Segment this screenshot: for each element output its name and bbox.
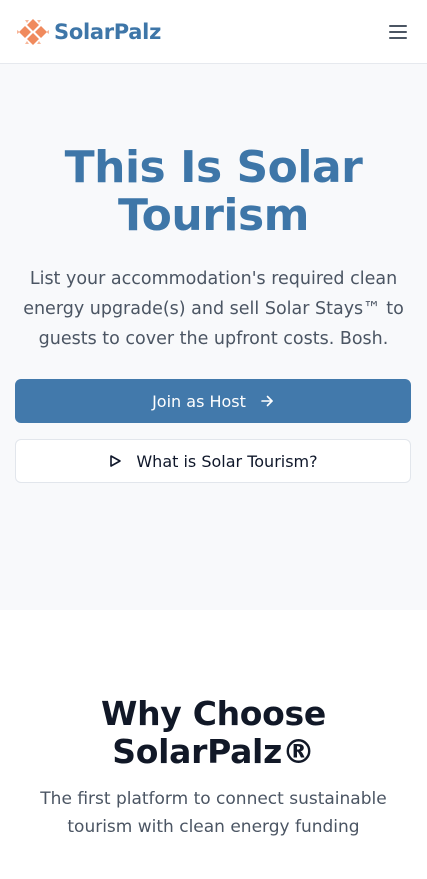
menu-line bbox=[389, 24, 407, 27]
hero-section: This Is Solar Tourism List your accommod… bbox=[0, 64, 427, 610]
hero-title: This Is Solar Tourism bbox=[64, 142, 363, 241]
brand-name: SolarPalz bbox=[54, 19, 161, 44]
menu-line bbox=[389, 30, 407, 33]
brand-link[interactable]: SolarPalz bbox=[16, 16, 161, 48]
hamburger-menu-icon[interactable] bbox=[387, 22, 409, 42]
site-header: SolarPalz bbox=[0, 0, 427, 64]
why-choose-subtitle: The first platform to connect sustainabl… bbox=[40, 789, 387, 837]
what-is-solar-tourism-label: What is Solar Tourism? bbox=[136, 451, 318, 471]
solarpalz-logo-icon bbox=[17, 18, 49, 45]
why-choose-section: Why Choose SolarPalz® The first platform… bbox=[0, 610, 427, 841]
join-as-host-label: Join as Host bbox=[152, 391, 246, 411]
play-icon bbox=[108, 454, 122, 468]
arrow-right-icon bbox=[260, 394, 274, 408]
why-choose-title: Why Choose SolarPalz® bbox=[101, 694, 326, 771]
join-as-host-button[interactable]: Join as Host bbox=[15, 379, 411, 423]
menu-line bbox=[389, 36, 407, 39]
hero-subtitle: List your accommodation's required clean… bbox=[23, 269, 404, 349]
what-is-solar-tourism-button[interactable]: What is Solar Tourism? bbox=[15, 439, 411, 483]
